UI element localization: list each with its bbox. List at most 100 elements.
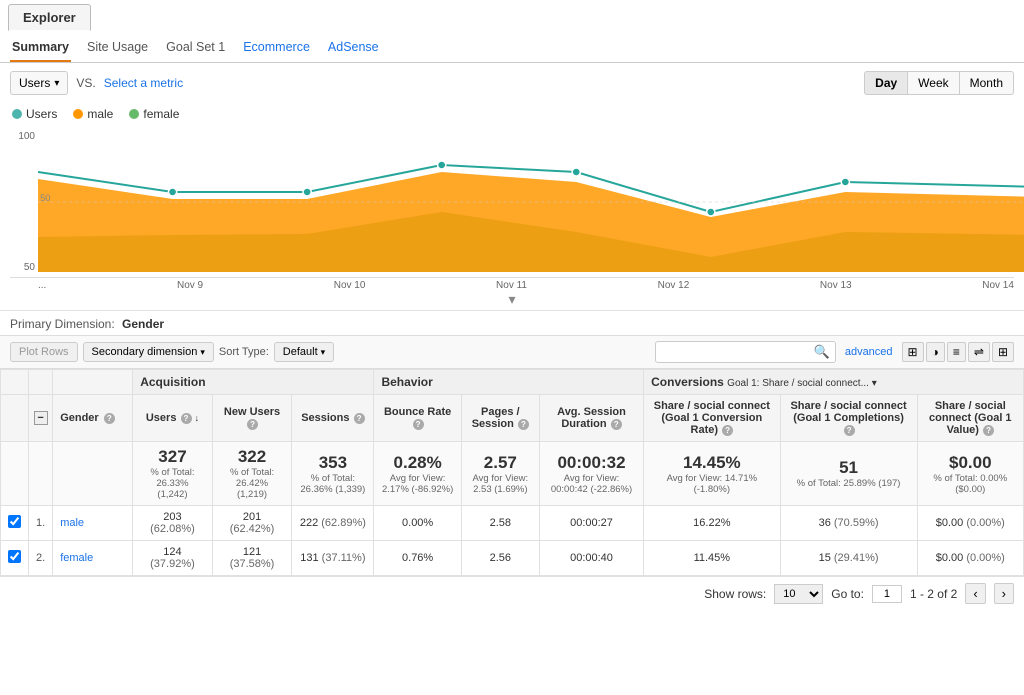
grid-view-icon[interactable]: ⊞ bbox=[902, 342, 924, 362]
th-share-social-completions[interactable]: Share / social connect (Goal 1 Completio… bbox=[780, 395, 917, 442]
tab-goal-set-1[interactable]: Goal Set 1 bbox=[164, 34, 227, 62]
dropdown-arrow-icon: ▾ bbox=[54, 78, 59, 89]
tab-ecommerce[interactable]: Ecommerce bbox=[241, 34, 312, 62]
row1-new-users: 201 (62.42%) bbox=[212, 506, 292, 541]
week-button[interactable]: Week bbox=[908, 71, 959, 95]
table-row: 1. male 203 (62.08%) 201 (62.42%) 222 (6… bbox=[1, 506, 1024, 541]
row1-share-completions: 36 (70.59%) bbox=[780, 506, 917, 541]
primary-dimension: Primary Dimension: Gender bbox=[0, 310, 1024, 335]
metric-dropdown[interactable]: Users ▾ bbox=[10, 71, 68, 95]
tab-site-usage[interactable]: Site Usage bbox=[85, 34, 150, 62]
list-view-icon[interactable]: ≡ bbox=[947, 342, 966, 362]
total-label-cell bbox=[53, 442, 133, 506]
female-link[interactable]: female bbox=[60, 552, 93, 564]
minus-expand-icon[interactable]: − bbox=[34, 411, 48, 425]
total-new-users: 322 % of Total: 26.42% (1,219) bbox=[212, 442, 292, 506]
pie-view-icon[interactable]: ◑ bbox=[926, 342, 945, 362]
th-share-social-rate[interactable]: Share / social connect (Goal 1 Conversio… bbox=[644, 395, 780, 442]
chart-container: 100 50 50 bbox=[10, 127, 1014, 278]
row2-users: 124 (37.92%) bbox=[133, 541, 213, 576]
prev-page-button[interactable]: ‹ bbox=[965, 583, 985, 604]
secondary-dimension-dropdown[interactable]: Secondary dimension ▾ bbox=[83, 342, 214, 362]
th-users[interactable]: Users ? ↓ bbox=[133, 395, 213, 442]
col-header-minus bbox=[29, 370, 53, 395]
total-users: 327 % of Total: 26.33% (1,242) bbox=[133, 442, 213, 506]
total-avg-session: 00:00:32 Avg for View: 00:00:42 (-22.86%… bbox=[539, 442, 643, 506]
row1-sessions: 222 (62.89%) bbox=[292, 506, 374, 541]
tab-summary[interactable]: Summary bbox=[10, 34, 71, 62]
goal-dropdown[interactable]: Goal 1: Share / social connect... ▾ bbox=[727, 378, 877, 389]
row2-checkbox[interactable] bbox=[8, 550, 21, 563]
th-new-users[interactable]: New Users ? bbox=[212, 395, 292, 442]
th-pages-session[interactable]: Pages / Session ? bbox=[461, 395, 539, 442]
th-minus: − bbox=[29, 395, 53, 442]
pivot-view-icon[interactable]: ⊞ bbox=[992, 342, 1014, 362]
col-group-behavior: Behavior bbox=[374, 370, 644, 395]
th-gender[interactable]: Gender ? bbox=[53, 395, 133, 442]
info-icon: ? bbox=[247, 419, 258, 430]
row2-avg-session: 00:00:40 bbox=[539, 541, 643, 576]
info-icon: ? bbox=[722, 425, 733, 436]
info-icon: ? bbox=[181, 413, 192, 424]
col-header-checkbox bbox=[1, 370, 29, 395]
data-table: Acquisition Behavior Conversions Goal 1:… bbox=[0, 369, 1024, 576]
day-button[interactable]: Day bbox=[864, 71, 908, 95]
next-page-button[interactable]: › bbox=[994, 583, 1014, 604]
compare-view-icon[interactable]: ⇌ bbox=[968, 342, 990, 362]
female-dot bbox=[129, 109, 139, 119]
total-share-completions: 51 % of Total: 25.89% (197) bbox=[780, 442, 917, 506]
legend-female: female bbox=[129, 107, 179, 121]
th-avg-session[interactable]: Avg. Session Duration ? bbox=[539, 395, 643, 442]
totals-row: 327 % of Total: 26.33% (1,242) 322 % of … bbox=[1, 442, 1024, 506]
male-link[interactable]: male bbox=[60, 517, 84, 529]
show-rows-label: Show rows: bbox=[704, 587, 766, 601]
controls-row: Users ▾ VS. Select a metric Day Week Mon… bbox=[0, 63, 1024, 103]
row1-share-value: $0.00 (0.00%) bbox=[917, 506, 1023, 541]
plot-rows-button[interactable]: Plot Rows bbox=[10, 342, 78, 362]
row1-gender: male bbox=[53, 506, 133, 541]
th-checkbox bbox=[1, 395, 29, 442]
row1-share-rate: 16.22% bbox=[644, 506, 780, 541]
svg-text:50: 50 bbox=[40, 193, 50, 203]
row2-pages: 2.56 bbox=[461, 541, 539, 576]
sort-type-label: Sort Type: bbox=[219, 346, 269, 358]
row2-rank: 2. bbox=[29, 541, 53, 576]
default-sort-dropdown[interactable]: Default ▾ bbox=[274, 342, 334, 362]
month-button[interactable]: Month bbox=[960, 71, 1014, 95]
show-rows-select[interactable]: 10 25 50 100 bbox=[774, 584, 823, 604]
users-dot bbox=[12, 109, 22, 119]
dropdown-arrow-icon: ▾ bbox=[321, 347, 326, 358]
explorer-tab[interactable]: Explorer bbox=[8, 4, 91, 31]
row1-avg-session: 00:00:27 bbox=[539, 506, 643, 541]
toolbar: Plot Rows Secondary dimension ▾ Sort Typ… bbox=[0, 335, 1024, 369]
th-bounce-rate[interactable]: Bounce Rate ? bbox=[374, 395, 461, 442]
info-icon: ? bbox=[413, 419, 424, 430]
row1-checkbox[interactable] bbox=[8, 515, 21, 528]
y-label-100: 100 bbox=[10, 131, 38, 142]
table-footer: Show rows: 10 25 50 100 Go to: 1 - 2 of … bbox=[0, 576, 1024, 610]
row2-checkbox-cell[interactable] bbox=[1, 541, 29, 576]
search-input[interactable] bbox=[661, 346, 811, 358]
total-share-rate: 14.45% Avg for View: 14.71% (-1.80%) bbox=[644, 442, 780, 506]
dropdown-arrow-icon: ▾ bbox=[200, 347, 205, 358]
row1-pages: 2.58 bbox=[461, 506, 539, 541]
legend-users: Users bbox=[12, 107, 57, 121]
search-icon[interactable]: 🔍 bbox=[814, 344, 830, 360]
col-group-conversions: Conversions Goal 1: Share / social conne… bbox=[644, 370, 1024, 395]
row2-share-completions: 15 (29.41%) bbox=[780, 541, 917, 576]
row2-share-rate: 11.45% bbox=[644, 541, 780, 576]
total-bounce-rate: 0.28% Avg for View: 2.17% (-86.92%) bbox=[374, 442, 461, 506]
advanced-link[interactable]: advanced bbox=[845, 346, 893, 358]
th-sessions[interactable]: Sessions ? bbox=[292, 395, 374, 442]
info-icon: ? bbox=[518, 419, 529, 430]
tab-adsense[interactable]: AdSense bbox=[326, 34, 381, 62]
select-metric-link[interactable]: Select a metric bbox=[104, 76, 183, 90]
go-to-input[interactable] bbox=[872, 585, 902, 603]
th-share-social-value[interactable]: Share / social connect (Goal 1 Value) ? bbox=[917, 395, 1023, 442]
row1-bounce: 0.00% bbox=[374, 506, 461, 541]
row1-checkbox-cell[interactable] bbox=[1, 506, 29, 541]
sort-icon[interactable]: ↓ bbox=[195, 413, 200, 423]
row2-share-value: $0.00 (0.00%) bbox=[917, 541, 1023, 576]
view-icons: ⊞ ◑ ≡ ⇌ ⊞ bbox=[902, 342, 1014, 362]
col-header-gender bbox=[53, 370, 133, 395]
